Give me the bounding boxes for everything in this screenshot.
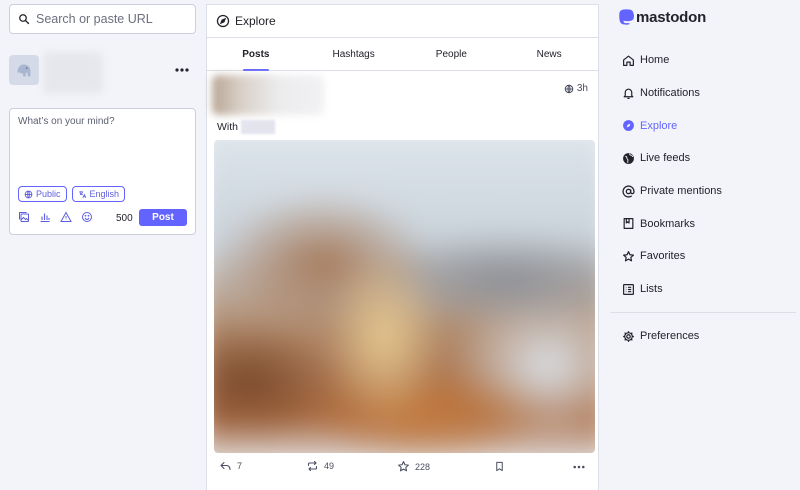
- status-timestamp[interactable]: 3h: [564, 83, 588, 94]
- search-icon: [18, 13, 30, 25]
- post-button[interactable]: Post: [139, 209, 187, 226]
- nav-favorites[interactable]: Favorites: [610, 240, 796, 273]
- tab-posts[interactable]: Posts: [207, 38, 305, 71]
- bookmark-button[interactable]: [494, 460, 505, 473]
- status-text-redacted: [241, 120, 275, 134]
- boost-icon: [307, 460, 318, 472]
- list-icon: [623, 283, 634, 295]
- main-navigation: Home Notifications Explore Live feeds Pr…: [610, 44, 796, 306]
- mastodon-logo[interactable]: mastodon: [618, 8, 706, 27]
- nav-notifications-label: Notifications: [640, 87, 700, 100]
- status: 3h With: [207, 71, 598, 134]
- character-counter: 500: [116, 213, 133, 224]
- favorite-button[interactable]: 228: [397, 460, 430, 473]
- column-header[interactable]: Explore: [207, 5, 598, 38]
- visibility-label: Public: [36, 189, 61, 199]
- reply-button[interactable]: 7: [219, 460, 242, 472]
- bell-icon: [623, 88, 634, 99]
- more-horizontal-icon: [573, 465, 585, 469]
- explore-tabs: Posts Hashtags People News: [207, 38, 598, 71]
- navigation-panel: mastodon Home Notifications Explore Live…: [610, 0, 800, 490]
- tab-hashtags[interactable]: Hashtags: [305, 38, 403, 70]
- star-icon: [623, 250, 634, 262]
- status-content: With: [217, 120, 275, 134]
- bookmark-icon: [496, 461, 503, 472]
- language-button[interactable]: English: [71, 186, 126, 202]
- reply-icon: [220, 461, 231, 471]
- translate-icon: [78, 190, 86, 198]
- boost-count: 49: [324, 461, 335, 471]
- poll-button[interactable]: [39, 210, 60, 224]
- nav-live-feeds[interactable]: Live feeds: [610, 142, 796, 175]
- image-icon: [19, 212, 29, 222]
- more-button[interactable]: [573, 465, 585, 469]
- brand-name: mastodon: [636, 9, 707, 26]
- nav-explore-label: Explore: [640, 119, 678, 132]
- nav-bookmarks-label: Bookmarks: [640, 217, 696, 230]
- left-column: Public English 500 Post: [9, 4, 197, 235]
- nav-divider: [610, 312, 796, 313]
- emoji-icon: [82, 212, 92, 222]
- favorite-count: 228: [415, 461, 431, 472]
- more-horizontal-icon: [175, 68, 189, 72]
- warning-icon: [60, 211, 72, 222]
- nav-private-mentions[interactable]: Private mentions: [610, 175, 796, 208]
- globe-icon: [24, 190, 33, 198]
- globe-icon: [623, 152, 634, 164]
- nav-lists-label: Lists: [640, 283, 663, 296]
- search-box[interactable]: [9, 4, 197, 34]
- compass-icon: [216, 14, 230, 28]
- explore-column: Explore Posts Hashtags People News 3h Wi…: [206, 4, 599, 490]
- nav-preferences-label: Preferences: [640, 330, 700, 343]
- search-input[interactable]: [36, 12, 197, 26]
- status-media[interactable]: [214, 140, 595, 453]
- mastodon-logo-icon: [619, 9, 635, 25]
- language-label: English: [89, 189, 120, 199]
- mastodon-elephant-icon: [17, 64, 31, 77]
- nav-lists[interactable]: Lists: [610, 273, 796, 306]
- nav-home[interactable]: Home: [610, 44, 796, 77]
- media-image-blurred: [214, 140, 595, 453]
- account-name-redacted: [43, 52, 103, 94]
- nav-private-mentions-label: Private mentions: [640, 185, 722, 198]
- nav-bookmarks[interactable]: Bookmarks: [610, 207, 796, 240]
- boost-button[interactable]: 49: [306, 460, 334, 472]
- nav-home-label: Home: [640, 54, 670, 67]
- account-header: [9, 52, 196, 102]
- compass-icon: [623, 120, 634, 132]
- compose-form: Public English 500 Post: [9, 108, 196, 235]
- star-icon: [398, 461, 409, 472]
- nav-explore[interactable]: Explore: [610, 109, 796, 142]
- nav-favorites-label: Favorites: [640, 250, 686, 263]
- home-icon: [623, 55, 634, 66]
- status-action-bar: 7 49 228: [207, 455, 600, 479]
- at-icon: [622, 185, 635, 198]
- bar-chart-icon: [40, 213, 50, 223]
- status-time: 3h: [576, 83, 588, 94]
- nav-notifications[interactable]: Notifications: [610, 77, 796, 110]
- compose-textarea[interactable]: [18, 116, 188, 176]
- emoji-button[interactable]: [81, 210, 102, 224]
- reply-count: 7: [237, 461, 243, 471]
- content-warning-button[interactable]: [60, 210, 81, 224]
- visibility-button[interactable]: Public: [18, 186, 67, 202]
- media-upload-button[interactable]: [18, 210, 39, 224]
- status-author-redacted[interactable]: [212, 75, 324, 115]
- avatar[interactable]: [9, 55, 39, 85]
- account-menu-button[interactable]: [174, 62, 190, 78]
- gear-icon: [623, 330, 634, 342]
- bookmarks-icon: [623, 218, 634, 230]
- globe-icon: [564, 84, 574, 93]
- status-text: With: [217, 121, 238, 133]
- tab-people[interactable]: People: [403, 38, 501, 70]
- tab-news[interactable]: News: [500, 38, 598, 70]
- nav-live-feeds-label: Live feeds: [640, 152, 691, 165]
- nav-preferences[interactable]: Preferences: [610, 320, 796, 353]
- page-title: Explore: [235, 14, 276, 28]
